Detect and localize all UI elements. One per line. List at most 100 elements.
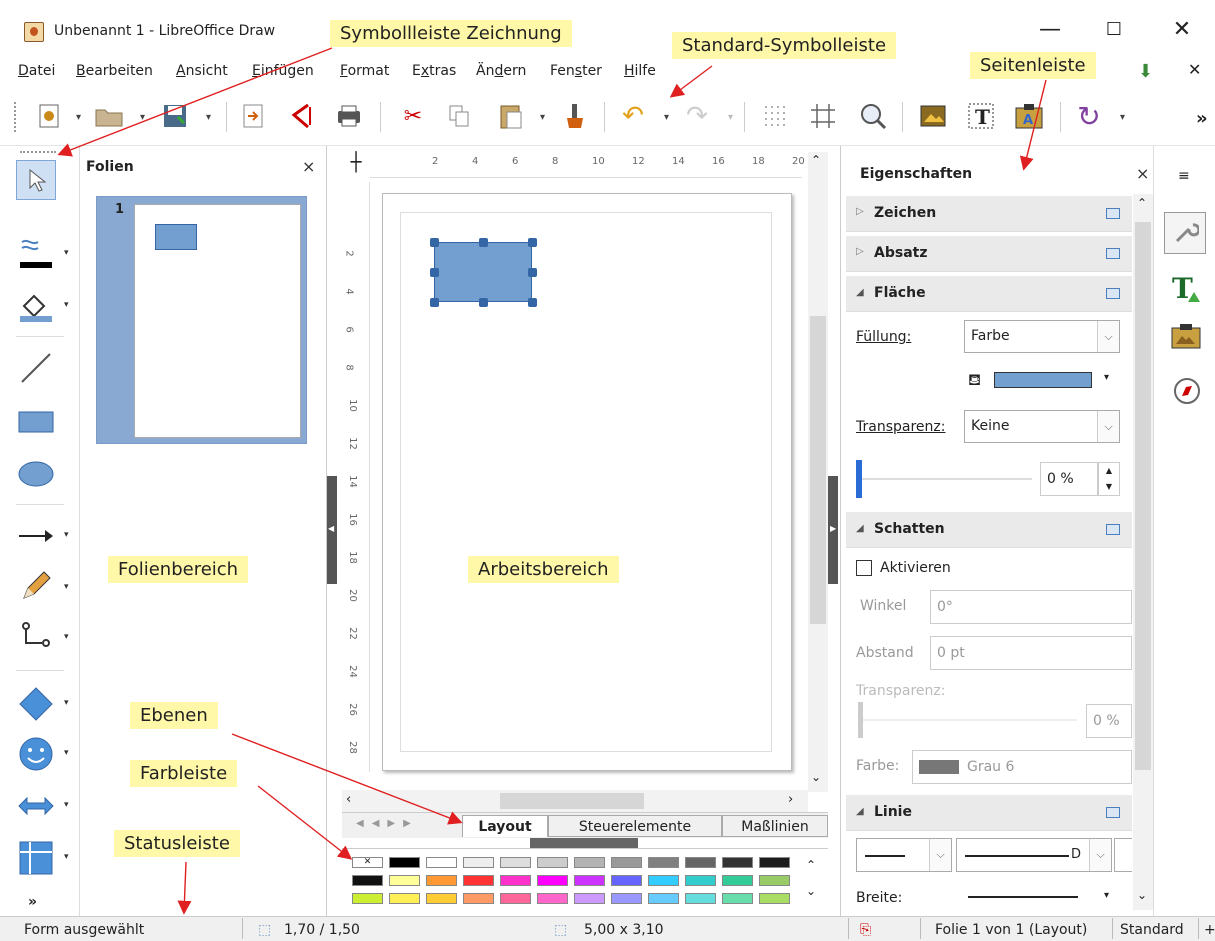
new-dropdown-icon[interactable]: ▾ bbox=[76, 112, 81, 123]
resize-handle-n[interactable] bbox=[479, 238, 488, 247]
toolbar-grip[interactable] bbox=[14, 102, 18, 132]
color-swatch[interactable] bbox=[426, 857, 457, 868]
line-color-dropdown-icon[interactable]: ▾ bbox=[64, 248, 69, 258]
resize-handle-nw[interactable] bbox=[430, 238, 439, 247]
menu-fenster[interactable]: Fenster bbox=[550, 63, 602, 79]
fill-color-dropdown-icon[interactable]: ▾ bbox=[1104, 372, 1109, 383]
sidebar-scroll-up-icon[interactable]: ⌃ bbox=[1137, 196, 1147, 210]
gallery-deck-icon[interactable] bbox=[1170, 322, 1202, 354]
rectangle-tool-icon[interactable] bbox=[16, 402, 56, 442]
save-icon[interactable] bbox=[160, 100, 190, 132]
menu-extras[interactable]: Extras bbox=[412, 63, 456, 79]
color-swatch[interactable] bbox=[722, 893, 753, 904]
menu-bearbeiten[interactable]: Bearbeiten bbox=[76, 63, 153, 79]
scroll-down-icon[interactable]: ⌄ bbox=[811, 770, 821, 784]
shadow-checkbox[interactable] bbox=[856, 560, 872, 576]
menu-format[interactable]: Format bbox=[340, 63, 389, 79]
color-swatch[interactable] bbox=[759, 893, 790, 904]
line-arrow-select[interactable]: D ⌵ bbox=[956, 838, 1112, 872]
color-swatch[interactable] bbox=[537, 893, 568, 904]
no-fill-swatch[interactable]: ✕ bbox=[352, 857, 383, 868]
update-download-icon[interactable]: ⬇ bbox=[1138, 61, 1160, 83]
palette-scroll-up-icon[interactable]: ⌃ bbox=[806, 858, 816, 872]
more-options-icon[interactable] bbox=[1106, 524, 1120, 535]
tab-steuerelemente[interactable]: Steuerelemente bbox=[548, 815, 722, 837]
scroll-left-icon[interactable]: ‹ bbox=[346, 792, 351, 807]
color-swatch[interactable] bbox=[500, 893, 531, 904]
color-swatch[interactable] bbox=[389, 857, 420, 868]
table-tool-icon[interactable] bbox=[16, 838, 56, 878]
table-dropdown-icon[interactable]: ▾ bbox=[64, 852, 69, 862]
print-icon[interactable] bbox=[334, 100, 364, 132]
color-swatch[interactable] bbox=[574, 893, 605, 904]
pencil-tool-icon[interactable] bbox=[16, 566, 56, 606]
section-schatten-title[interactable]: Schatten bbox=[874, 521, 945, 537]
fill-color-preview[interactable] bbox=[994, 372, 1092, 388]
cut-icon[interactable]: ✂ bbox=[398, 100, 428, 132]
fill-color-dropdown-icon[interactable]: ▾ bbox=[64, 300, 69, 310]
color-swatch[interactable] bbox=[352, 893, 383, 904]
vertical-scroll-thumb[interactable] bbox=[810, 316, 826, 624]
section-linie-title[interactable]: Linie bbox=[874, 804, 912, 820]
color-swatch[interactable] bbox=[611, 857, 642, 868]
resize-handle-w[interactable] bbox=[430, 268, 439, 277]
fontwork-icon[interactable]: A bbox=[1014, 100, 1044, 132]
scroll-up-icon[interactable]: ⌃ bbox=[811, 153, 821, 167]
helplines-icon[interactable] bbox=[808, 100, 838, 132]
color-swatch[interactable] bbox=[463, 893, 494, 904]
color-swatch[interactable] bbox=[463, 875, 494, 886]
color-swatch[interactable] bbox=[722, 857, 753, 868]
transparency-spin-icon[interactable]: ▲ ▼ bbox=[1098, 462, 1120, 496]
basic-shapes-icon[interactable] bbox=[16, 684, 56, 724]
fill-color-icon[interactable] bbox=[16, 286, 56, 326]
sidebar-close-button[interactable]: × bbox=[1136, 164, 1149, 183]
open-dropdown-icon[interactable]: ▾ bbox=[140, 112, 145, 123]
open-folder-icon[interactable] bbox=[94, 100, 124, 132]
transparency-select[interactable]: Keine ⌵ bbox=[964, 410, 1120, 443]
block-arrows-icon[interactable] bbox=[16, 786, 56, 826]
color-swatch[interactable] bbox=[389, 875, 420, 886]
paste-dropdown-icon[interactable]: ▾ bbox=[540, 112, 545, 123]
minimize-button[interactable]: — bbox=[1030, 15, 1070, 45]
smiley-dropdown-icon[interactable]: ▾ bbox=[64, 748, 69, 758]
color-swatch[interactable] bbox=[685, 857, 716, 868]
resize-handle-se[interactable] bbox=[528, 298, 537, 307]
insert-image-icon[interactable] bbox=[918, 100, 948, 132]
menu-ansicht[interactable]: Ansicht bbox=[176, 63, 228, 79]
color-swatch[interactable] bbox=[685, 893, 716, 904]
color-swatch[interactable] bbox=[426, 893, 457, 904]
color-swatch[interactable] bbox=[537, 875, 568, 886]
color-swatch[interactable] bbox=[574, 875, 605, 886]
chevron-down-icon[interactable]: ⌵ bbox=[1097, 321, 1119, 352]
basic-shapes-dropdown-icon[interactable]: ▾ bbox=[64, 698, 69, 708]
zoom-icon[interactable] bbox=[858, 100, 888, 132]
resize-handle-s[interactable] bbox=[479, 298, 488, 307]
clone-formatting-icon[interactable] bbox=[560, 100, 590, 132]
color-swatch[interactable] bbox=[611, 893, 642, 904]
more-options-icon[interactable] bbox=[1106, 807, 1120, 818]
menu-datei[interactable]: Datei bbox=[18, 63, 55, 79]
more-options-icon[interactable] bbox=[1106, 248, 1120, 259]
more-options-icon[interactable] bbox=[1106, 208, 1120, 219]
maximize-button[interactable]: ☐ bbox=[1094, 15, 1134, 45]
paste-icon[interactable] bbox=[496, 100, 526, 132]
color-swatch[interactable] bbox=[648, 875, 679, 886]
line-end-select[interactable] bbox=[1114, 838, 1132, 872]
resize-handle-e[interactable] bbox=[528, 268, 537, 277]
document-modified-icon[interactable]: ⎘ bbox=[860, 922, 871, 938]
undo-icon[interactable]: ↶ bbox=[618, 100, 648, 132]
arrow-line-dropdown-icon[interactable]: ▾ bbox=[64, 530, 69, 540]
transparency-percent-field[interactable]: 0 % bbox=[1040, 462, 1098, 496]
fill-type-select[interactable]: Farbe ⌵ bbox=[964, 320, 1120, 353]
navigator-deck-icon[interactable] bbox=[1172, 376, 1202, 410]
line-style-select[interactable]: ⌵ bbox=[856, 838, 952, 872]
toolbar-overflow-icon[interactable]: » bbox=[1196, 108, 1208, 129]
arrow-line-tool-icon[interactable] bbox=[16, 516, 56, 556]
grid-icon[interactable] bbox=[760, 100, 790, 132]
scroll-right-icon[interactable]: › bbox=[788, 792, 793, 807]
pencil-dropdown-icon[interactable]: ▾ bbox=[64, 582, 69, 592]
more-options-icon[interactable] bbox=[1106, 288, 1120, 299]
ruler-origin[interactable]: ┼ bbox=[342, 152, 370, 182]
line-color-icon[interactable] bbox=[16, 232, 56, 272]
connector-tool-icon[interactable] bbox=[16, 616, 56, 656]
